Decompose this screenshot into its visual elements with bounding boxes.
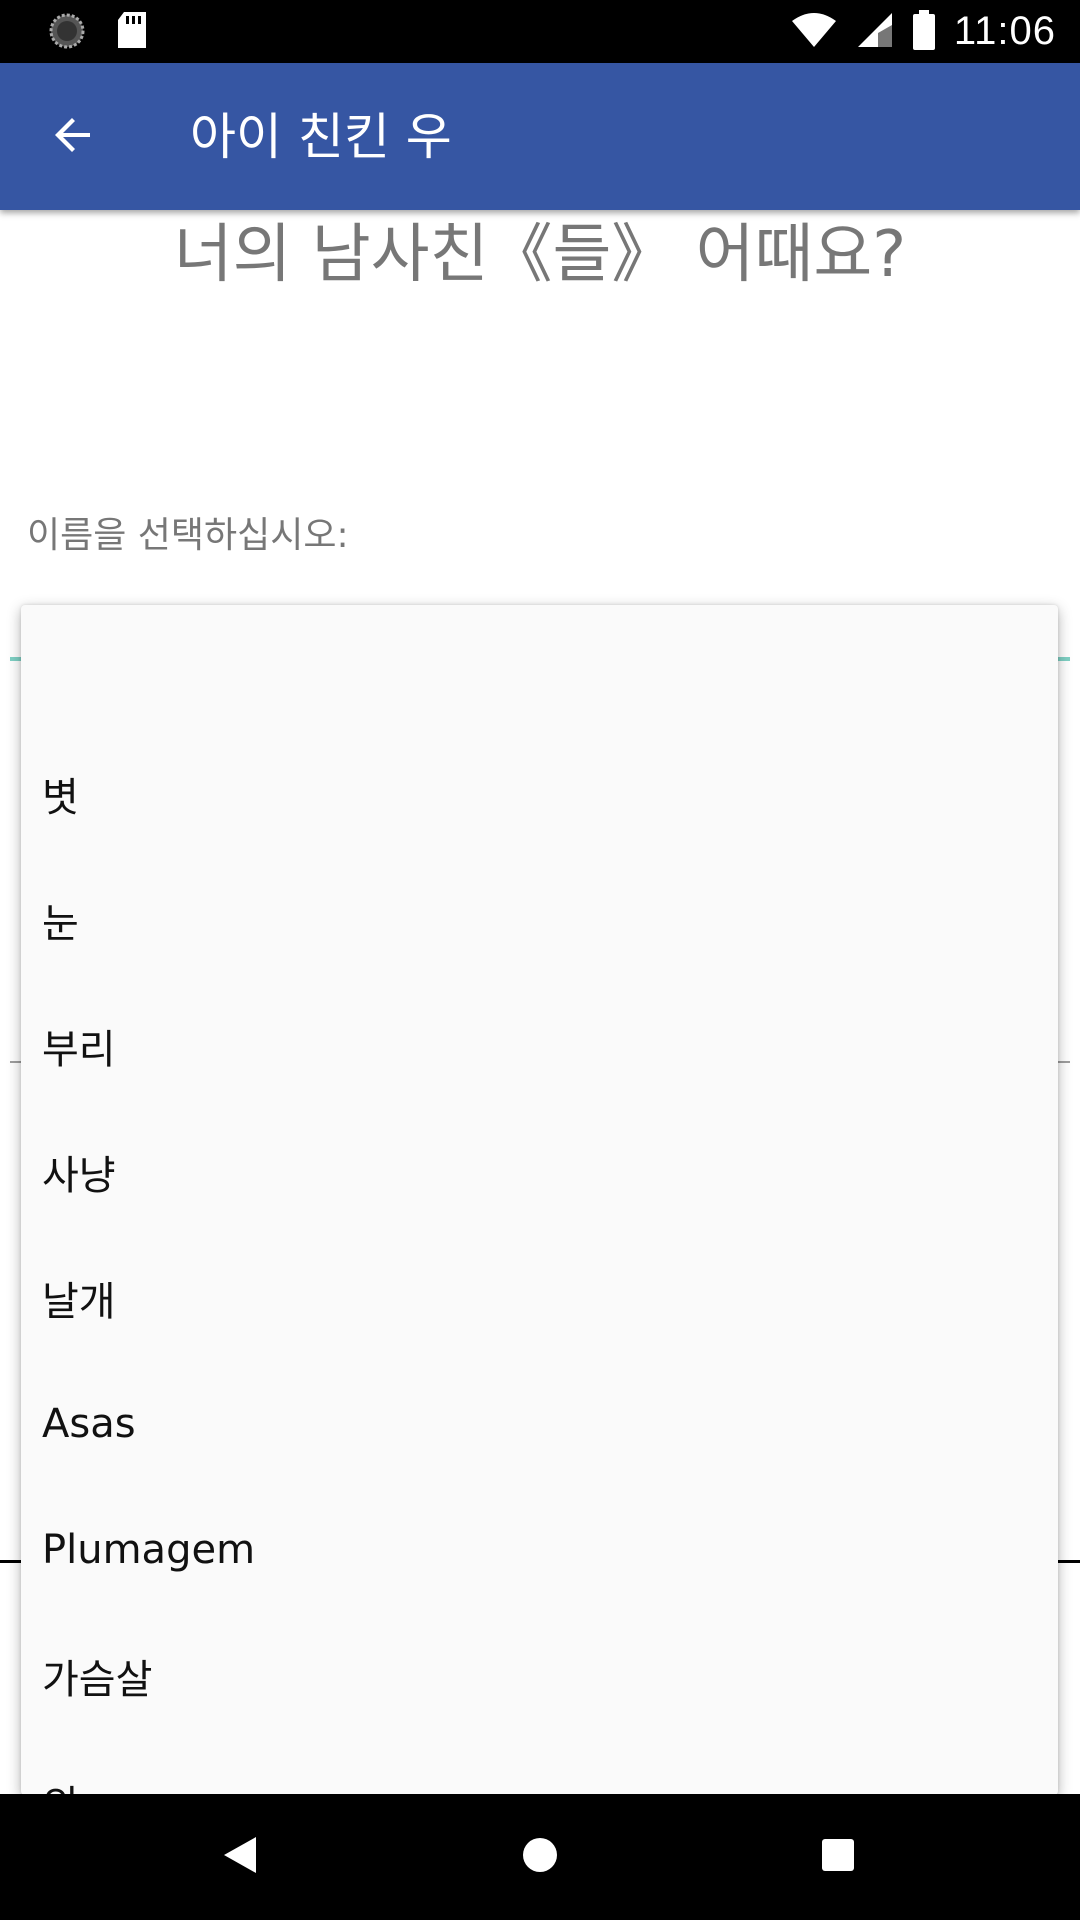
nav-recents-button[interactable] [808, 1827, 868, 1887]
dropdown-item[interactable]: 날개 [21, 1235, 1058, 1361]
dropdown-item[interactable]: 부리 [21, 983, 1058, 1109]
dropdown-item[interactable]: 가슴살 [21, 1613, 1058, 1739]
dropdown-item[interactable]: 사냥 [21, 1109, 1058, 1235]
nav-home-button[interactable] [510, 1827, 570, 1887]
dropdown-item[interactable]: 의 [21, 1739, 1058, 1795]
dropdown-item-empty[interactable] [21, 605, 1058, 731]
dropdown-item[interactable]: 볏 [21, 731, 1058, 857]
dropdown-item[interactable]: Plumagem [21, 1487, 1058, 1613]
wifi-icon [790, 11, 838, 53]
battery-icon [912, 9, 936, 54]
nav-home-icon [520, 1835, 560, 1879]
name-dropdown-list[interactable]: 볏 눈 부리 사냥 날개 Asas Plumagem 가슴살 의 [21, 605, 1058, 1795]
nav-recents-icon [820, 1837, 856, 1877]
sd-card-icon [116, 12, 148, 54]
status-bar: 11:06 [0, 0, 1080, 63]
clock: 11:06 [953, 9, 1056, 53]
back-button[interactable] [40, 103, 108, 171]
app-title: 아이 친킨 우 [190, 108, 452, 166]
nav-back-icon [220, 1833, 260, 1881]
nav-back-button[interactable] [210, 1827, 270, 1887]
dropdown-item[interactable]: Asas [21, 1361, 1058, 1487]
question-heading: 너의 남사친《들》 어때요? [173, 218, 907, 292]
navigation-bar [0, 1794, 1080, 1920]
signal-icon [856, 11, 894, 53]
sync-icon [48, 12, 86, 54]
select-name-label: 이름을 선택하십시오: [27, 515, 349, 556]
app-bar: 아이 친킨 우 [0, 63, 1080, 210]
arrow-back-icon [50, 111, 98, 163]
dropdown-item[interactable]: 눈 [21, 857, 1058, 983]
